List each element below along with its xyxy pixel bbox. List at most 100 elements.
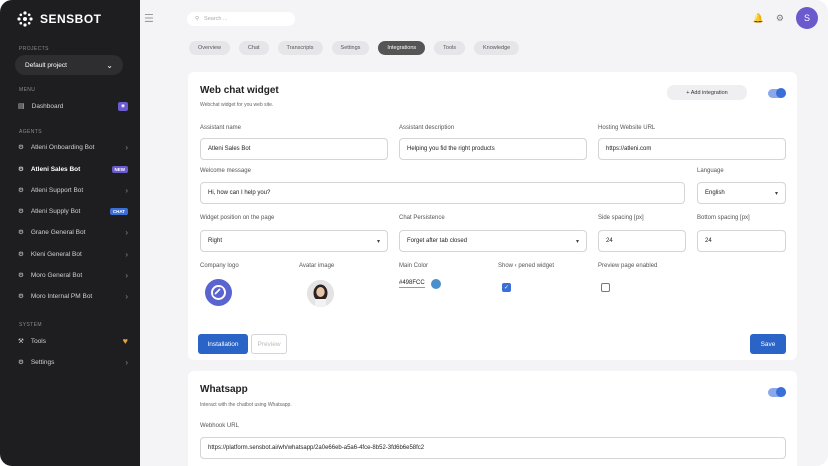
tab-transcripts[interactable]: Transcripts [277, 41, 323, 55]
wrench-icon: ⚒ [18, 338, 24, 345]
gear-icon: ⚙ [18, 359, 24, 366]
side-spacing-field[interactable]: 24 [598, 230, 686, 252]
main-color-value[interactable]: #498FCC [399, 280, 425, 288]
hosting-url-label: Hosting Website URL [598, 125, 656, 131]
preview-page-enabled-label: Preview page enabled [598, 263, 658, 269]
company-logo[interactable] [205, 279, 232, 306]
webhook-url-field[interactable]: https://platform.sensbot.ai/wh/whatsapp/… [200, 437, 786, 459]
search-input[interactable]: ⚲ Search ... [187, 12, 295, 26]
agent-label: Moro General Bot [30, 271, 83, 279]
company-logo-label: Company logo [200, 263, 239, 269]
bot-icon: ⚙ [18, 187, 24, 194]
preview-page-enabled-checkbox[interactable] [601, 283, 610, 292]
sidebar-agent-item[interactable]: ⚙ Atleni Support Bot › [18, 183, 128, 197]
tab-overview[interactable]: Overview [189, 41, 230, 55]
project-select[interactable]: Default project ⌄ [15, 55, 123, 75]
sidebar-item-tools[interactable]: ⚒ Tools ♥ [18, 334, 128, 348]
caret-down-icon: ▾ [376, 238, 380, 245]
new-badge: NEW [111, 165, 128, 173]
tab-knowledge[interactable]: Knowledge [474, 41, 520, 55]
tabs: Overview Chat Transcripts Settings Integ… [189, 41, 520, 55]
hosting-url-value: https://atleni.com [606, 146, 652, 152]
whatsapp-subtitle: Interact with the chatbot using Whatsapp… [200, 402, 292, 408]
user-avatar[interactable]: S [796, 7, 818, 29]
avatar-photo-icon [307, 280, 334, 307]
widget-position-select[interactable]: Right ▾ [200, 230, 388, 252]
bot-icon: ⚙ [18, 229, 24, 236]
avatar-image[interactable] [307, 280, 334, 307]
tab-tools[interactable]: Tools [434, 41, 466, 55]
sidebar-agent-item[interactable]: ⚙ Moro Internal PM Bot › [18, 289, 128, 303]
whatsapp-enabled-toggle[interactable] [768, 387, 786, 397]
project-select-value: Default project [25, 61, 67, 69]
sidebar-agent-item[interactable]: ⚙ Atleni Supply Bot CHAT [18, 204, 128, 218]
webchat-card: Web chat widget Webchat widget for you w… [188, 72, 797, 360]
sidebar-agent-item[interactable]: ⚙ Atleni Onboarding Bot › [18, 140, 128, 154]
tab-settings[interactable]: Settings [331, 41, 370, 55]
main-color-label: Main Color [399, 263, 429, 269]
sidebar-item-dashboard[interactable]: ▤ Dashboard ◉ [18, 99, 128, 113]
chat-persistence-select[interactable]: Forget after tab closed ▾ [399, 230, 587, 252]
chat-badge: CHAT [109, 207, 128, 215]
preview-button[interactable]: Preview [251, 334, 287, 354]
welcome-message-value: Hi, how can I help you? [208, 190, 271, 196]
assistant-name-label: Assistant name [200, 125, 242, 131]
agent-label: Moro Internal PM Bot [30, 292, 93, 300]
hamburger-menu-icon[interactable]: ☰ [144, 12, 154, 25]
save-button[interactable]: Save [750, 334, 786, 354]
caret-down-icon: ▾ [575, 238, 579, 245]
show-opened-widget-checkbox[interactable]: ✓ [502, 283, 511, 292]
sidebar-agent-item[interactable]: ⚙ Grane General Bot › [18, 225, 128, 239]
dashboard-badge-icon: ◉ [118, 101, 128, 111]
language-value: English [705, 190, 725, 196]
tab-chat[interactable]: Chat [238, 41, 269, 55]
webchat-enabled-toggle[interactable] [768, 88, 786, 98]
assistant-name-field[interactable]: Atleni Sales Bot [200, 138, 388, 160]
tab-integrations[interactable]: Integrations [378, 41, 426, 55]
heart-icon: ♥ [122, 336, 128, 346]
bottom-spacing-field[interactable]: 24 [697, 230, 786, 252]
welcome-message-field[interactable]: Hi, how can I help you? [200, 182, 685, 204]
add-integration-button[interactable]: + Add integration [667, 85, 747, 100]
dashboard-icon: ▤ [18, 103, 25, 110]
chat-persistence-value: Forget after tab closed [407, 238, 468, 244]
sidebar-item-label: Settings [30, 358, 55, 366]
assistant-description-value: Helping you fid the right products [407, 146, 495, 152]
language-select[interactable]: English ▾ [697, 182, 786, 204]
gear-icon[interactable]: ⚙ [776, 13, 784, 24]
toggle-knob [776, 88, 786, 98]
system-section-label: SYSTEM [19, 322, 42, 328]
agent-label: Grane General Bot [30, 228, 86, 236]
sidebar-agent-item[interactable]: ⚙ Moro General Bot › [18, 268, 128, 282]
sidebar-item-settings[interactable]: ⚙ Settings › [18, 355, 128, 369]
whatsapp-card: Whatsapp Interact with the chatbot using… [188, 371, 797, 466]
projects-section-label: PROJECTS [19, 46, 49, 52]
bot-icon: ⚙ [18, 208, 24, 215]
whatsapp-title: Whatsapp [200, 384, 248, 395]
toggle-knob [776, 387, 786, 397]
caret-down-icon: ▾ [774, 190, 778, 197]
agent-label: Atleni Onboarding Bot [30, 143, 95, 151]
webhook-url-value: https://platform.sensbot.ai/wh/whatsapp/… [208, 445, 425, 451]
sidebar-agent-item[interactable]: ⚙ Kleni General Bot › [18, 247, 128, 261]
sidebar-agent-item-active[interactable]: ⚙ Atleni Sales Bot NEW [18, 162, 128, 176]
welcome-message-label: Welcome message [200, 168, 251, 174]
agent-label: Kleni General Bot [30, 250, 82, 258]
color-swatch[interactable] [431, 279, 441, 289]
chevron-right-icon: › [125, 357, 128, 367]
widget-position-label: Widget position on the page [200, 215, 275, 221]
search-placeholder: Search ... [204, 16, 228, 22]
side-spacing-label: Side spacing [px] [598, 215, 644, 221]
language-label: Language [697, 168, 724, 174]
hosting-url-field[interactable]: https://atleni.com [598, 138, 786, 160]
bot-icon: ⚙ [18, 251, 24, 258]
sensbot-logo-icon [17, 11, 33, 27]
installation-button[interactable]: Installation [198, 334, 248, 354]
show-opened-widget-label: Show ‹ pened widget [498, 263, 555, 269]
brand-name: SENSBOT [40, 12, 102, 26]
assistant-description-field[interactable]: Helping you fid the right products [399, 138, 587, 160]
brand[interactable]: SENSBOT [16, 10, 102, 28]
bell-icon[interactable]: 🔔 [753, 13, 764, 24]
chevron-down-icon: ⌄ [106, 60, 113, 70]
chevron-right-icon: › [125, 291, 128, 301]
